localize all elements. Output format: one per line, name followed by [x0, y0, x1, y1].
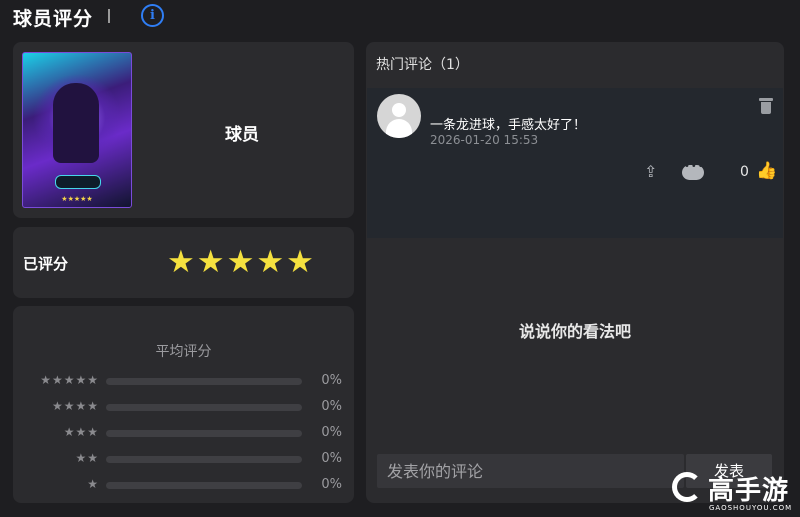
player-figure	[53, 83, 99, 163]
comment-item: 一条龙进球，手感太好了！ 2026-01-20 15:53 ⇪ 0 👍	[367, 88, 783, 238]
share-icon[interactable]: ⇪	[644, 164, 662, 180]
distribution-bar	[106, 482, 302, 489]
comment-text: 一条龙进球，手感太好了！	[430, 118, 587, 133]
watermark-domain: GAOSHOUYOU.COM	[709, 504, 793, 512]
trash-icon[interactable]	[759, 98, 773, 114]
distribution-bar	[106, 430, 302, 437]
player-card-panel: ★★★★★ 球员	[13, 42, 354, 218]
rating-distribution-row: ★★★ 0%	[23, 425, 348, 441]
rated-label: 已评分	[23, 255, 69, 273]
page-header: 球员评分 i	[0, 0, 800, 34]
comments-heading: 热门评论（1）	[376, 57, 469, 73]
avatar-icon[interactable]	[377, 94, 421, 138]
card-badge	[55, 175, 101, 189]
distribution-percent: 0%	[321, 477, 342, 492]
rating-distribution-row: ★★★★ 0%	[23, 399, 348, 415]
my-rating-panel: 已评分 ★★★★★	[13, 227, 354, 298]
comments-panel: 热门评论（1） 一条龙进球，手感太好了！ 2026-01-20 15:53 ⇪ …	[366, 42, 784, 503]
distribution-bar	[106, 456, 302, 463]
comment-input[interactable]	[377, 454, 684, 488]
distribution-stars: ★★★★★	[40, 373, 99, 387]
player-card-image: ★★★★★	[22, 52, 132, 208]
average-rating-panel: 平均评分 ★★★★★ 0% ★★★★ 0% ★★★ 0% ★★ 0% ★ 0%	[13, 306, 354, 503]
rating-distribution-row: ★ 0%	[23, 477, 348, 493]
distribution-bar	[106, 378, 302, 385]
card-stars: ★★★★★	[61, 195, 93, 203]
distribution-stars: ★★★★	[51, 399, 99, 413]
page-title: 球员评分	[13, 8, 94, 30]
rating-stars[interactable]: ★★★★★	[167, 245, 316, 279]
info-circle-icon[interactable]: i	[141, 4, 164, 27]
distribution-stars: ★★	[75, 451, 99, 465]
rating-distribution-row: ★★ 0%	[23, 451, 348, 467]
distribution-bar	[106, 404, 302, 411]
average-rating-title: 平均评分	[155, 344, 212, 360]
distribution-stars: ★	[87, 477, 99, 491]
distribution-stars: ★★★	[63, 425, 99, 439]
distribution-percent: 0%	[321, 399, 342, 414]
watermark-g-icon	[672, 472, 702, 502]
rating-distribution-row: ★★★★★ 0%	[23, 373, 348, 389]
distribution-percent: 0%	[321, 373, 342, 388]
thumbs-up-icon[interactable]: 👍	[756, 161, 777, 181]
empty-prompt: 说说你的看法吧	[518, 322, 631, 341]
watermark-logo: 高手游 GAOSHOUYOU.COM	[672, 470, 798, 515]
comment-icon[interactable]	[682, 161, 705, 180]
comment-time: 2026-01-20 15:53	[430, 133, 539, 147]
like-count: 0	[740, 164, 749, 180]
distribution-percent: 0%	[321, 425, 342, 440]
title-separator	[108, 9, 110, 23]
player-name: 球员	[225, 125, 259, 145]
distribution-percent: 0%	[321, 451, 342, 466]
watermark-name: 高手游	[708, 476, 790, 506]
